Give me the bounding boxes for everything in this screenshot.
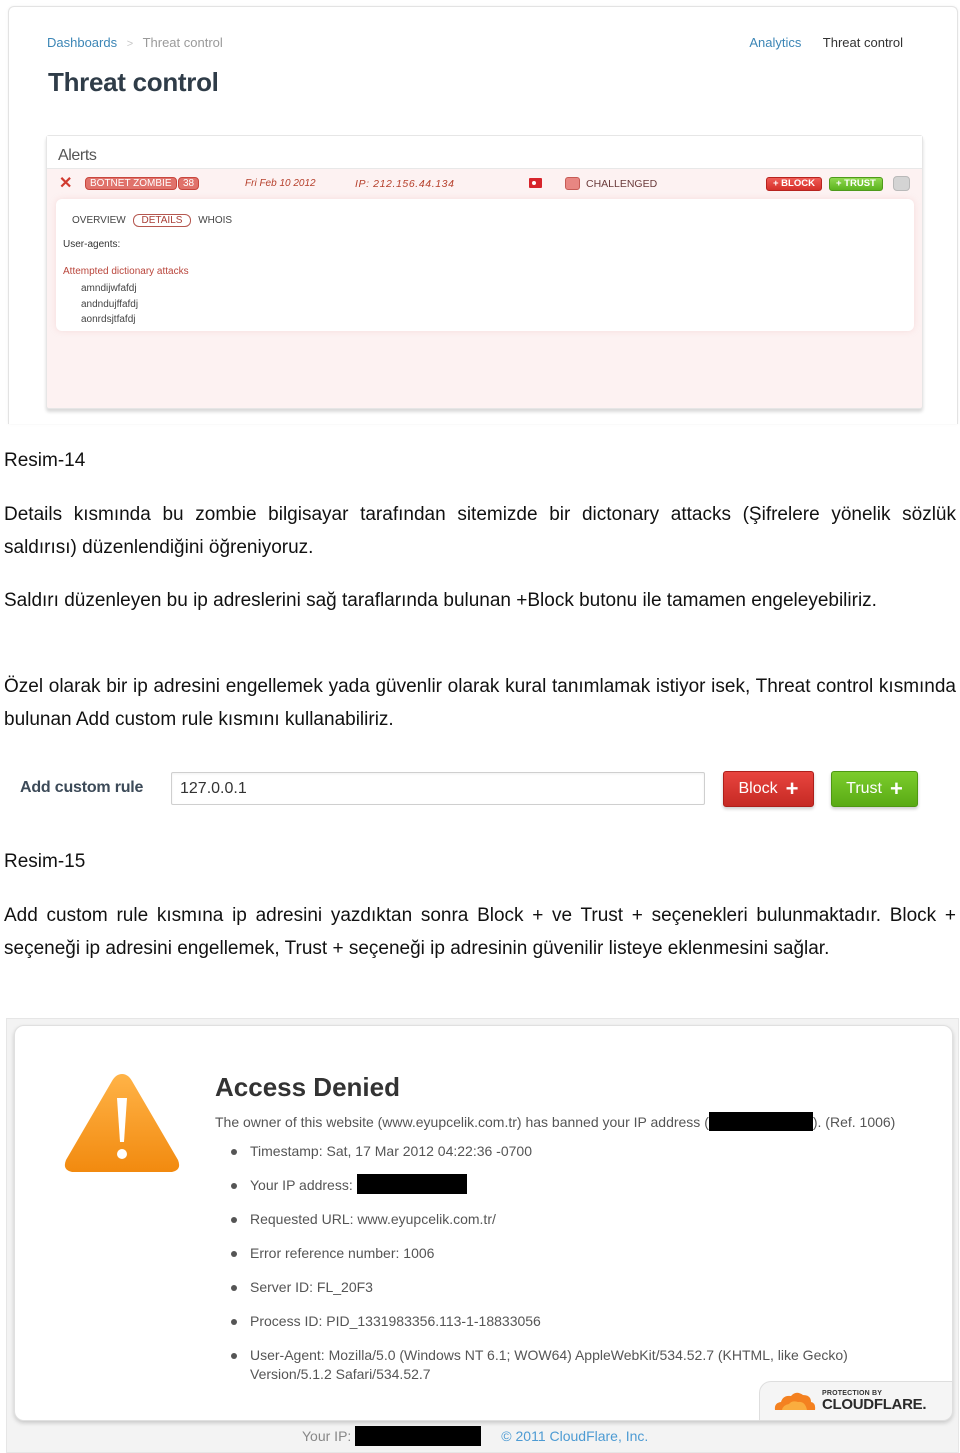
request-info-list: Timestamp: Sat, 17 Mar 2012 04:22:36 -07… — [231, 1142, 848, 1399]
page-title: Threat control — [48, 67, 219, 97]
breadcrumb-current: Threat control — [142, 35, 223, 50]
paragraph: Saldırı düzenleyen bu ip adreslerini sağ… — [4, 590, 877, 611]
block-label: Block — [738, 780, 778, 797]
trust-rule-button[interactable]: Trust + — [831, 771, 918, 807]
alert-ip: IP: 212.156.44.134 — [355, 178, 455, 190]
list-item: andndujffafdj — [81, 298, 139, 310]
top-nav: Analytics Threat control — [749, 35, 903, 50]
threat-count-badge: 38 — [178, 177, 200, 190]
alert-row[interactable]: ✕ BOTNET ZOMBIE 38 Fri Feb 10 2012 IP: 2… — [47, 169, 922, 197]
breadcrumb-separator-icon: > — [126, 38, 134, 50]
alerts-header: Alerts — [47, 136, 922, 169]
cloud-icon — [774, 1392, 816, 1410]
block-rule-button[interactable]: Block + — [723, 771, 814, 807]
alerts-panel: Alerts ✕ BOTNET ZOMBIE 38 Fri Feb 10 201… — [46, 135, 923, 409]
trust-button[interactable]: + TRUST — [829, 177, 883, 191]
alert-date: Fri Feb 10 2012 — [245, 178, 316, 189]
ban-message: The owner of this website (www.eyupcelik… — [215, 1112, 896, 1132]
custom-rule-input[interactable] — [171, 772, 705, 805]
redacted-ip — [356, 1174, 467, 1195]
list-item: Timestamp: Sat, 17 Mar 2012 04:22:36 -07… — [231, 1142, 848, 1161]
list-item: amndijwfafdj — [81, 283, 137, 294]
custom-rule-label: Add custom rule — [20, 779, 144, 796]
tab-whois[interactable]: WHOIS — [198, 215, 232, 226]
access-denied-title: Access Denied — [215, 1072, 400, 1102]
trust-label: Trust — [846, 780, 882, 797]
nav-threat-control[interactable]: Threat control — [823, 35, 903, 50]
ban-message-suffix: ). (Ref. 1006) — [812, 1114, 896, 1130]
breadcrumb-dashboards-link[interactable]: Dashboards — [47, 35, 117, 50]
details-tabs: OVERVIEW DETAILS WHOIS — [72, 214, 236, 227]
status-label: CHALLENGED — [586, 178, 658, 190]
list-item: aonrdsjtfafdj — [81, 314, 136, 325]
ip-label: Your IP address: — [250, 1177, 353, 1193]
attacks-title: Attempted dictionary attacks — [63, 266, 189, 277]
alerts-title: Alerts — [58, 147, 97, 164]
footer-ip-label: Your IP: — [302, 1428, 352, 1444]
close-icon[interactable]: ✕ — [59, 173, 72, 193]
user-agents-label: User-agents: — [63, 239, 121, 250]
figure-caption: Resim-15 — [4, 851, 86, 872]
attack-list: amndijwfafdj andndujffafdj aonrdsjtfafdj — [81, 281, 138, 328]
redacted-ip — [708, 1112, 813, 1132]
nav-analytics-link[interactable]: Analytics — [749, 35, 801, 50]
paragraph: Details kısmında bu zombie bilgisayar ta… — [4, 504, 956, 558]
list-item: Error reference number: 1006 — [231, 1244, 848, 1263]
list-item: Requested URL: www.eyupcelik.com.tr/ — [231, 1210, 848, 1229]
plus-icon: + — [890, 776, 903, 801]
paragraph: Add custom rule kısmına ip adresini yazd… — [4, 905, 956, 959]
figure-caption: Resim-14 — [4, 450, 86, 471]
breadcrumb: Dashboards > Threat control — [47, 35, 223, 50]
access-denied-card: Access Denied The owner of this website … — [14, 1025, 953, 1421]
block-button[interactable]: + BLOCK — [766, 177, 822, 191]
copyright-link[interactable]: © 2011 CloudFlare, Inc. — [501, 1428, 648, 1444]
list-item: Your IP address: — [231, 1174, 848, 1195]
tab-overview[interactable]: OVERVIEW — [72, 215, 126, 226]
footer: Your IP: © 2011 CloudFlare, Inc. — [302, 1425, 648, 1446]
threat-type-badge: BOTNET ZOMBIE — [85, 177, 177, 190]
access-denied-screenshot: Access Denied The owner of this website … — [6, 1018, 959, 1453]
list-item: Process ID: PID_1331983356.113-1-1883305… — [231, 1312, 848, 1331]
turkey-flag-icon — [529, 178, 542, 188]
settings-icon[interactable] — [893, 176, 910, 191]
list-item: User-Agent: Mozilla/5.0 (Windows NT 6.1;… — [231, 1346, 848, 1384]
cloudflare-badge[interactable]: PROTECTION BY CLOUDFLARE. — [759, 1381, 953, 1421]
list-item: Server ID: FL_20F3 — [231, 1278, 848, 1297]
warning-icon — [64, 1074, 180, 1172]
paragraph: Özel olarak bir ip adresini engellemek y… — [4, 676, 956, 730]
badge-brand: CLOUDFLARE. — [822, 1396, 927, 1413]
alert-details: OVERVIEW DETAILS WHOIS User-agents: Atte… — [56, 199, 914, 331]
challenge-icon — [565, 177, 580, 190]
ban-message-prefix: The owner of this website (www.eyupcelik… — [215, 1114, 709, 1130]
plus-icon: + — [785, 776, 799, 801]
threat-control-screenshot: Dashboards > Threat control Analytics Th… — [8, 6, 958, 424]
tab-details[interactable]: DETAILS — [132, 214, 192, 227]
redacted-ip — [355, 1425, 482, 1446]
